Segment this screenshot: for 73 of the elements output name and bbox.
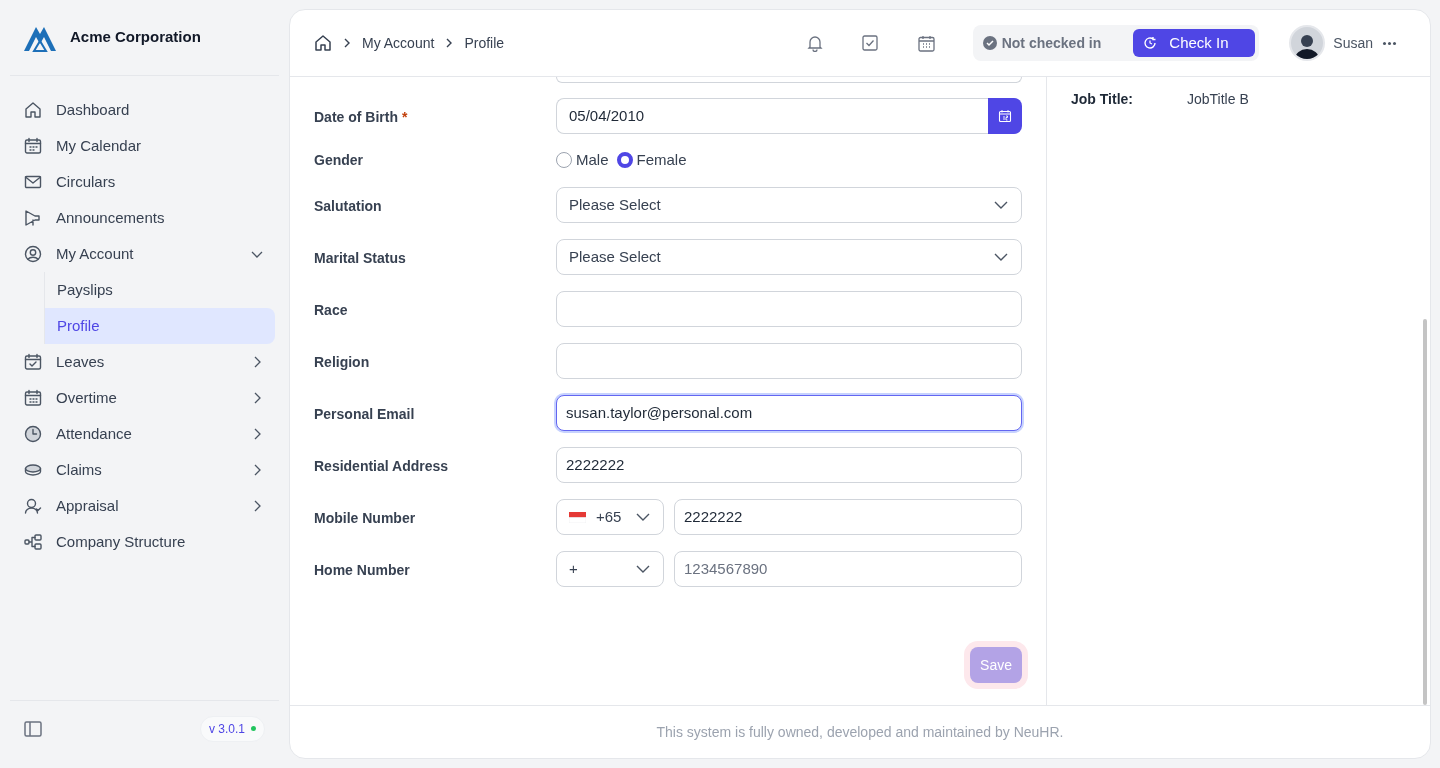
select-field[interactable]: Please Select: [556, 187, 1022, 223]
nav-item[interactable]: Company Structure: [14, 524, 275, 560]
nav-item[interactable]: Appraisal: [14, 488, 275, 524]
nav-item[interactable]: Circulars: [14, 164, 275, 200]
footer-text: This system is fully owned, developed and maintained by NeuHR.: [656, 722, 1064, 742]
field-label: Mobile Number: [314, 509, 417, 528]
calendar-check-icon: [24, 353, 42, 371]
select-field[interactable]: Please Select: [556, 239, 1022, 275]
field-label: Race: [314, 301, 349, 320]
check-status: Not checked in: [1001, 33, 1102, 53]
calendar-icon: [24, 137, 42, 155]
breadcrumb-link[interactable]: Profile: [464, 32, 505, 54]
field-label: Marital Status: [314, 249, 407, 268]
coin-icon: [24, 461, 42, 479]
nav-subitem[interactable]: Profile: [45, 308, 275, 344]
field-label: Home Number: [314, 561, 411, 580]
more-icon[interactable]: [1383, 41, 1396, 45]
bell-icon[interactable]: [805, 34, 824, 52]
chevron-right-icon: [342, 37, 352, 49]
radio-option[interactable]: Female: [616, 148, 687, 172]
version-badge: v 3.0.1: [199, 715, 265, 742]
calendar-icon[interactable]: [917, 34, 935, 52]
check-in-button[interactable]: Check In: [1133, 29, 1256, 57]
scrollbar[interactable]: [1423, 319, 1427, 705]
clock-icon: [24, 425, 42, 443]
calendar-icon: [998, 109, 1012, 123]
megaphone-icon: [24, 209, 42, 227]
input-field[interactable]: 2222222: [674, 499, 1022, 535]
nav-item[interactable]: My Calendar: [14, 128, 275, 164]
refresh-icon: [1143, 36, 1158, 50]
input-field[interactable]: 1234567890: [674, 551, 1022, 587]
home-icon: [24, 101, 42, 119]
field-label: Residential Address: [314, 457, 450, 476]
field-label: Date of Birth *: [314, 108, 409, 127]
input-field[interactable]: [556, 343, 1022, 379]
radio-button[interactable]: [556, 152, 572, 168]
input-field[interactable]: 2222222: [556, 447, 1022, 483]
user-check-icon: [24, 497, 42, 515]
nav-item[interactable]: Overtime: [14, 380, 275, 416]
field-label: Religion: [314, 353, 371, 372]
nav-item[interactable]: Dashboard: [14, 92, 275, 128]
nav-item[interactable]: Attendance: [14, 416, 275, 452]
checkbox-icon[interactable]: [861, 35, 878, 51]
nav-item[interactable]: Leaves: [14, 344, 275, 380]
radio-option[interactable]: Male: [556, 148, 609, 172]
brand-name: Acme Corporation: [70, 27, 201, 48]
country-code-select[interactable]: +65: [556, 499, 664, 535]
detail-value: JobTitle B: [1187, 90, 1249, 109]
flag-icon: [569, 511, 586, 523]
country-code-select[interactable]: +: [556, 551, 664, 587]
nav-subitem[interactable]: Payslips: [45, 272, 275, 308]
org-chart-icon: [24, 533, 42, 551]
calendar-icon: [24, 389, 42, 407]
user-circle-icon: [24, 245, 42, 263]
field-label: Salutation: [314, 197, 383, 216]
mail-icon: [24, 173, 42, 191]
date-field[interactable]: 05/04/2010: [556, 98, 988, 134]
date-picker-button[interactable]: [988, 98, 1022, 134]
radio-button[interactable]: [616, 152, 633, 168]
breadcrumb-link[interactable]: My Account: [362, 32, 435, 54]
nav-item[interactable]: Claims: [14, 452, 275, 488]
detail-label: Job Title:: [1071, 90, 1134, 109]
check-circle-icon: [982, 36, 997, 50]
avatar[interactable]: [1289, 25, 1326, 61]
input-field[interactable]: [556, 291, 1022, 327]
home-icon[interactable]: [314, 34, 332, 52]
nav-item[interactable]: Announcements: [14, 200, 275, 236]
field-label: Personal Email: [314, 405, 416, 424]
field-label: Gender: [314, 151, 364, 170]
input-field[interactable]: susan.taylor@personal.com: [556, 395, 1022, 431]
sidebar-toggle-icon[interactable]: [24, 720, 42, 737]
nav-item[interactable]: My Account: [14, 236, 275, 272]
user-name[interactable]: Susan: [1333, 32, 1373, 54]
